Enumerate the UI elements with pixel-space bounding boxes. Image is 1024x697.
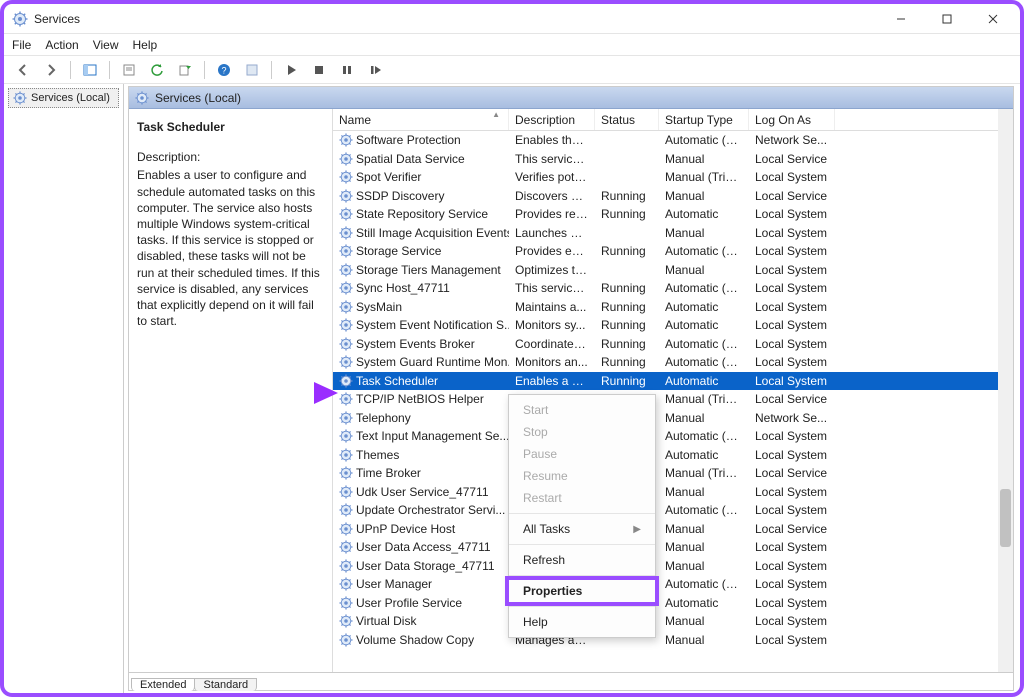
service-row[interactable]: Update Orchestrator Servi...gAutomatic (… (333, 501, 1013, 520)
context-menu: Start Stop Pause Resume Restart All Task… (508, 394, 656, 638)
content-header: Services (Local) (129, 87, 1013, 109)
service-row[interactable]: Volume Shadow CopyManages an...ManualLoc… (333, 631, 1013, 650)
back-button[interactable] (12, 59, 34, 81)
vertical-scrollbar[interactable] (998, 109, 1013, 672)
maximize-button[interactable] (924, 4, 970, 34)
service-row[interactable]: Virtual DiskProvides ma...ManualLocal Sy… (333, 612, 1013, 631)
service-row[interactable]: Task SchedulerEnables a us...RunningAuto… (333, 372, 1013, 391)
service-row[interactable]: User Profile ServicegAutomaticLocal Syst… (333, 594, 1013, 613)
view-tabs: Extended Standard (129, 672, 1013, 690)
second-help-button[interactable] (241, 59, 263, 81)
ctx-refresh[interactable]: Refresh (509, 549, 655, 571)
service-row[interactable]: ThemesgAutomaticLocal System (333, 446, 1013, 465)
ctx-resume: Resume (509, 465, 655, 487)
window-title: Services (34, 12, 80, 26)
service-row[interactable]: User ManagergAutomatic (Tri...Local Syst… (333, 575, 1013, 594)
forward-button[interactable] (40, 59, 62, 81)
service-row[interactable]: Spatial Data ServiceThis service i...Man… (333, 150, 1013, 169)
service-row[interactable]: TelephonyManualNetwork Se... (333, 409, 1013, 428)
service-row[interactable]: Software ProtectionEnables the ...Automa… (333, 131, 1013, 150)
sort-asc-icon: ▲ (492, 110, 500, 119)
service-row[interactable]: SysMainMaintains a...RunningAutomaticLoc… (333, 298, 1013, 317)
ctx-properties[interactable]: Properties (509, 580, 655, 602)
service-row[interactable]: Storage Tiers ManagementOptimizes th...M… (333, 261, 1013, 280)
content-header-title: Services (Local) (155, 91, 241, 105)
refresh-toolbar-button[interactable] (146, 59, 168, 81)
minimize-button[interactable] (878, 4, 924, 34)
ctx-start: Start (509, 399, 655, 421)
detail-description-label: Description: (137, 149, 324, 165)
ctx-restart[interactable]: Restart (509, 487, 655, 509)
service-row[interactable]: Storage ServiceProvides ena...RunningAut… (333, 242, 1013, 261)
app-gear-icon (12, 11, 28, 27)
pause-service-button[interactable] (336, 59, 358, 81)
service-row[interactable]: System Event Notification S...Monitors s… (333, 316, 1013, 335)
tree-pane: Services (Local) (4, 84, 124, 693)
gear-icon (13, 91, 27, 105)
ctx-pause: Pause (509, 443, 655, 465)
service-row[interactable]: Sync Host_47711This service ...RunningAu… (333, 279, 1013, 298)
header-log-on-as[interactable]: Log On As (749, 109, 835, 130)
detail-description-text: Enables a user to configure and schedule… (137, 167, 324, 329)
menu-file[interactable]: File (12, 38, 31, 52)
service-row[interactable]: User Data Storage_47711gManualLocal Syst… (333, 557, 1013, 576)
menu-action[interactable]: Action (45, 38, 78, 52)
service-row[interactable]: System Events BrokerCoordinates ...Runni… (333, 335, 1013, 354)
header-status[interactable]: Status (595, 109, 659, 130)
show-hide-tree-button[interactable] (79, 59, 101, 81)
service-row[interactable]: State Repository ServiceProvides req...R… (333, 205, 1013, 224)
detail-pane: Task Scheduler Description: Enables a us… (129, 109, 333, 672)
tab-extended[interactable]: Extended (131, 678, 195, 691)
properties-toolbar-button[interactable] (118, 59, 140, 81)
gear-icon (135, 91, 149, 105)
service-row[interactable]: UPnP Device HostManualLocal Service (333, 520, 1013, 539)
window-titlebar: Services (4, 4, 1020, 34)
export-toolbar-button[interactable] (174, 59, 196, 81)
toolbar: ? (4, 56, 1020, 84)
service-row[interactable]: Text Input Management Se...gAutomatic (T… (333, 427, 1013, 446)
svg-text:?: ? (221, 65, 226, 75)
ctx-stop[interactable]: Stop (509, 421, 655, 443)
tree-root-services-local[interactable]: Services (Local) (8, 88, 119, 108)
service-row[interactable]: Still Image Acquisition EventsLaunches a… (333, 224, 1013, 243)
service-row[interactable]: Time BrokergManual (Trigg...Local Servic… (333, 464, 1013, 483)
service-row[interactable]: Spot VerifierVerifies pote...Manual (Tri… (333, 168, 1013, 187)
close-button[interactable] (970, 4, 1016, 34)
header-name[interactable]: Name▲ (333, 109, 509, 130)
ctx-help[interactable]: Help (509, 611, 655, 633)
tree-root-label: Services (Local) (31, 92, 110, 104)
header-startup-type[interactable]: Startup Type (659, 109, 749, 130)
chevron-right-icon: ▶ (633, 524, 641, 535)
service-row[interactable]: TCP/IP NetBIOS HelpergManual (Trigg...Lo… (333, 390, 1013, 409)
ctx-all-tasks[interactable]: All Tasks▶ (509, 518, 655, 540)
service-row[interactable]: System Guard Runtime Mon...Monitors an..… (333, 353, 1013, 372)
detail-service-name: Task Scheduler (137, 119, 324, 135)
stop-service-button[interactable] (308, 59, 330, 81)
help-toolbar-button[interactable]: ? (213, 59, 235, 81)
service-row[interactable]: User Data Access_47711gManualLocal Syste… (333, 538, 1013, 557)
menu-help[interactable]: Help (133, 38, 158, 52)
start-service-button[interactable] (280, 59, 302, 81)
menu-view[interactable]: View (93, 38, 119, 52)
column-headers: Name▲ Description Status Startup Type Lo… (333, 109, 1013, 131)
restart-service-button[interactable] (364, 59, 386, 81)
service-row[interactable]: Udk User Service_47711gManualLocal Syste… (333, 483, 1013, 502)
menubar: File Action View Help (4, 34, 1020, 56)
tab-standard[interactable]: Standard (194, 678, 257, 691)
service-list: Name▲ Description Status Startup Type Lo… (333, 109, 1013, 672)
header-description[interactable]: Description (509, 109, 595, 130)
service-row[interactable]: SSDP DiscoveryDiscovers ne...RunningManu… (333, 187, 1013, 206)
